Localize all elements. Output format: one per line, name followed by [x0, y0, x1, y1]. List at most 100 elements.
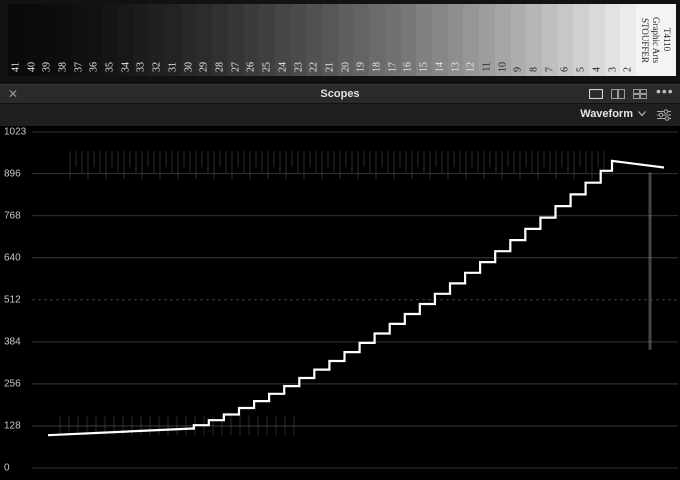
step-wedge-strip: 41 40 39 38 37 36 35 34 33 32 31 30 29 28 27 26 25 24 23 22…	[8, 4, 637, 76]
waveform-scope: 1023 896 768 640 512 384 256 128 0	[0, 126, 680, 480]
step-number: 38	[57, 62, 69, 72]
step-16: 16	[400, 4, 417, 76]
step-33: 33	[133, 4, 150, 76]
step-number: 28	[214, 62, 226, 72]
step-number: 7	[544, 67, 556, 72]
step-8: 8	[526, 4, 542, 76]
step-number: 10	[497, 62, 509, 72]
step-number: 35	[104, 62, 116, 72]
step-number: 4	[591, 67, 603, 72]
panel-title: Scopes	[320, 88, 360, 100]
y-tick-label: 256	[4, 378, 21, 390]
step-number: 40	[26, 62, 38, 72]
step-5: 5	[573, 4, 590, 76]
step-24: 24	[274, 4, 291, 76]
more-icon[interactable]: •••	[656, 83, 674, 99]
step-number: 8	[528, 67, 540, 72]
step-40: 40	[23, 4, 40, 76]
step-number: 19	[355, 62, 367, 72]
step-number: 16	[402, 62, 414, 72]
step-11: 11	[479, 4, 495, 76]
step-30: 30	[180, 4, 197, 76]
step-13: 13	[447, 4, 464, 76]
step-36: 36	[86, 4, 103, 76]
step-32: 32	[149, 4, 166, 76]
step-number: 9	[512, 67, 524, 72]
step-26: 26	[243, 4, 260, 76]
scopes-header: ✕ Scopes •••	[0, 83, 680, 104]
step-10: 10	[494, 4, 511, 76]
y-tick-label: 512	[4, 294, 21, 306]
step-25: 25	[259, 4, 275, 76]
step-2: 2	[620, 4, 637, 76]
step-number: 12	[465, 62, 477, 72]
step-4: 4	[589, 4, 605, 76]
step-29: 29	[196, 4, 213, 76]
step-number: 25	[261, 62, 273, 72]
step-number: 32	[151, 62, 163, 72]
step-number: 21	[324, 62, 336, 72]
waveform-plot	[32, 131, 678, 469]
step-number: 39	[41, 62, 53, 72]
scope-type-dropdown[interactable]: Waveform	[580, 108, 646, 120]
step-number: 22	[308, 62, 320, 72]
step-number: 5	[575, 67, 587, 72]
chevron-down-icon	[638, 111, 646, 117]
step-number: 27	[230, 62, 242, 72]
dual-layout-icon[interactable]	[608, 86, 628, 102]
step-number: 33	[135, 62, 147, 72]
step-22: 22	[306, 4, 323, 76]
brand-line-3: T4110	[662, 28, 672, 52]
step-number: 3	[607, 67, 619, 72]
brand-line-2: Graphic Arts	[651, 16, 661, 64]
y-tick-label: 128	[4, 420, 21, 432]
step-31: 31	[165, 4, 181, 76]
step-35: 35	[102, 4, 118, 76]
step-number: 20	[340, 62, 352, 72]
waveform-trace	[47, 159, 665, 437]
step-38: 38	[55, 4, 71, 76]
y-tick-label: 384	[4, 336, 21, 348]
step-number: 13	[450, 62, 462, 72]
step-number: 23	[293, 62, 304, 72]
step-number: 37	[73, 62, 85, 72]
step-number: 2	[622, 67, 634, 72]
step-number: 24	[277, 62, 289, 72]
step-15: 15	[416, 4, 432, 76]
step-19: 19	[353, 4, 370, 76]
step-number: 11	[481, 62, 493, 72]
step-9: 9	[510, 4, 527, 76]
single-layout-icon[interactable]	[586, 86, 606, 102]
y-tick-label: 0	[4, 462, 10, 474]
step-28: 28	[212, 4, 228, 76]
step-39: 39	[39, 4, 56, 76]
step-number: 36	[88, 62, 100, 72]
y-tick-label: 1023	[4, 126, 27, 138]
step-12: 12	[463, 4, 480, 76]
settings-icon[interactable]	[654, 106, 674, 124]
step-14: 14	[431, 4, 448, 76]
step-23: 23	[290, 4, 307, 76]
step-number: 41	[10, 62, 22, 72]
step-3: 3	[604, 4, 621, 76]
step-20: 20	[337, 4, 354, 76]
step-27: 27	[227, 4, 244, 76]
stouffer-label: STOUFFER Graphic Arts T4110	[636, 4, 676, 76]
step-number: 14	[434, 62, 446, 72]
step-wedge-image: 41 40 39 38 37 36 35 34 33 32 31 30 29 28 27 26 25 24 23 22…	[0, 0, 680, 84]
quad-layout-icon[interactable]	[630, 86, 650, 102]
step-18: 18	[369, 4, 385, 76]
step-41: 41	[8, 4, 24, 76]
step-number: 29	[198, 62, 210, 72]
close-icon[interactable]: ✕	[8, 87, 18, 101]
step-number: 34	[120, 62, 132, 72]
step-37: 37	[70, 4, 87, 76]
y-tick-label: 896	[4, 168, 21, 180]
step-6: 6	[557, 4, 574, 76]
step-number: 6	[559, 67, 571, 72]
step-number: 17	[387, 62, 399, 72]
step-17: 17	[384, 4, 401, 76]
step-number: 26	[245, 62, 257, 72]
scope-type-label: Waveform	[580, 108, 633, 120]
brand-line-1: STOUFFER	[640, 17, 650, 63]
